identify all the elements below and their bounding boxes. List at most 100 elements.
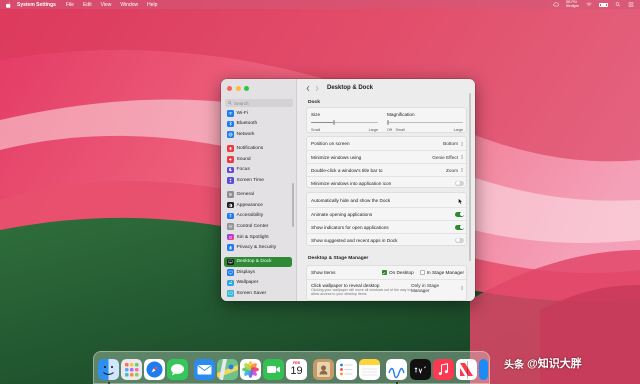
stepper-icon — [460, 155, 464, 159]
size-label: Size — [311, 112, 321, 117]
search-status-icon[interactable] — [615, 2, 621, 7]
in-stage-manager-checkbox[interactable] — [419, 270, 425, 275]
position-select[interactable]: Bottom — [443, 141, 464, 147]
system-settings-window: Search Wi-Fi Bluetooth Network Notificat… — [221, 79, 475, 301]
freeform-icon[interactable] — [386, 359, 407, 380]
accessibility-icon — [227, 212, 234, 220]
in-stage-manager-label: In Stage Manager — [426, 270, 464, 275]
magnification-label: Magnification — [387, 112, 415, 117]
sidebar-item-desktop-dock[interactable]: Desktop & Dock — [224, 256, 292, 268]
music-icon[interactable] — [433, 359, 454, 380]
double-click-select[interactable]: Zoom — [446, 167, 464, 173]
magnification-slider-knob[interactable] — [387, 120, 390, 126]
sidebar-item-screen-time[interactable]: Screen Time — [224, 175, 292, 186]
sidebar-search-input[interactable]: Search — [225, 99, 293, 107]
sidebar-item-privacy-security[interactable]: Privacy & Security — [224, 242, 292, 253]
sidebar-item-sound[interactable]: Sound — [224, 154, 292, 165]
facetime-icon[interactable] — [263, 359, 284, 380]
apple-menu-icon[interactable] — [6, 1, 11, 8]
click-wallpaper-select[interactable]: Only in Stage Manager — [411, 283, 464, 293]
sidebar-item-control-center[interactable]: Control Center — [224, 221, 292, 232]
sidebar-item-appearance[interactable]: Appearance — [224, 200, 292, 211]
contacts-icon[interactable] — [313, 359, 334, 380]
safari-icon[interactable] — [144, 359, 165, 380]
calendar-icon[interactable]: FEB 19 — [286, 359, 307, 380]
in-stage-manager-option[interactable]: In Stage Manager — [419, 270, 464, 275]
menu-view[interactable]: View — [101, 2, 112, 8]
sidebar-divider — [224, 253, 292, 257]
sidebar-item-label: General — [236, 192, 254, 198]
suggested-apps-toggle[interactable] — [455, 237, 464, 243]
show-indicators-toggle[interactable] — [455, 224, 464, 230]
sidebar-item-label: Bluetooth — [236, 121, 258, 127]
reminders-icon[interactable] — [336, 359, 357, 380]
menu-file[interactable]: File — [66, 2, 74, 8]
menu-help[interactable]: Help — [147, 2, 157, 8]
battery-icon[interactable] — [599, 2, 608, 7]
hand-icon — [227, 244, 234, 251]
menu-window[interactable]: Window — [120, 2, 138, 8]
size-slider[interactable]: Size Small Large — [311, 108, 378, 134]
weather-widget[interactable]: DB PSI Wenfgen — [566, 0, 579, 8]
click-wallpaper-text: Click wallpaper to reveal desktop Clicki… — [311, 283, 411, 296]
control-center-icon — [227, 223, 234, 230]
sidebar-item-general[interactable]: General — [224, 189, 292, 200]
watermark-brand: 头条 — [504, 359, 524, 371]
magnification-slider[interactable]: Magnification Off Small Large — [387, 108, 463, 134]
click-wallpaper-row: Click wallpaper to reveal desktop Clicki… — [307, 279, 468, 301]
sidebar-item-label: Sound — [236, 156, 251, 162]
size-slider-track[interactable] — [311, 120, 378, 126]
sidebar-scrollbar[interactable] — [292, 183, 294, 227]
wifi-status-icon[interactable] — [586, 2, 592, 7]
show-indicators-row: Show indicators for open applications — [307, 220, 468, 233]
sidebar-item-siri-spotlight[interactable]: Siri & Spotlight — [224, 232, 292, 243]
app-store-icon[interactable] — [479, 359, 488, 380]
minimize-into-icon-toggle[interactable] — [455, 180, 464, 186]
zoom-button[interactable] — [244, 86, 249, 91]
cloud-icon[interactable] — [553, 2, 559, 7]
sidebar-item-label: Wallpaper — [236, 280, 259, 286]
sidebar-item-wifi[interactable]: Wi-Fi — [224, 108, 292, 119]
mail-icon[interactable] — [194, 359, 215, 380]
dock-behavior-group: Automatically hide and show the Dock Ani… — [306, 192, 468, 246]
menu-app-name[interactable]: System Settings — [17, 2, 56, 8]
sidebar-item-notifications[interactable]: Notifications — [224, 143, 292, 154]
watermark-handle: @知识大胖 — [527, 358, 582, 370]
tv-icon[interactable] — [410, 359, 431, 380]
sidebar-item-wallpaper[interactable]: Wallpaper — [224, 278, 292, 289]
sidebar-item-accessibility[interactable]: Accessibility — [224, 211, 292, 222]
content-scrollbar[interactable] — [469, 93, 472, 261]
sidebar-item-displays[interactable]: Displays — [224, 267, 292, 278]
stepper-icon — [460, 141, 464, 146]
suggested-apps-row: Show suggested and recent apps in Dock — [307, 233, 468, 246]
magnification-slider-track[interactable] — [387, 120, 463, 126]
messages-icon[interactable] — [167, 359, 188, 380]
sidebar-item-focus[interactable]: Focus — [224, 165, 292, 176]
on-desktop-option[interactable]: On Desktop — [381, 270, 414, 275]
minimize-button[interactable] — [235, 86, 241, 91]
running-indicator — [107, 381, 110, 384]
control-center-status-icon[interactable] — [628, 2, 634, 7]
content-toolbar: Desktop & Dock — [298, 79, 475, 97]
finder-icon[interactable] — [98, 359, 119, 380]
size-slider-knob[interactable] — [332, 120, 335, 126]
close-button[interactable] — [227, 86, 232, 91]
sidebar-item-bluetooth[interactable]: Bluetooth — [224, 119, 292, 130]
sidebar-item-network[interactable]: Network — [224, 129, 292, 140]
menu-edit[interactable]: Edit — [83, 2, 92, 8]
maps-icon[interactable] — [217, 359, 238, 380]
forward-button[interactable] — [314, 85, 320, 92]
animate-opening-row: Animate opening applications — [307, 207, 468, 220]
search-placeholder: Search — [234, 100, 249, 106]
sidebar-item-label: Network — [236, 131, 255, 137]
launchpad-icon[interactable] — [121, 359, 142, 380]
speaker-icon — [227, 156, 234, 163]
back-button[interactable] — [305, 85, 311, 92]
sidebar: Search Wi-Fi Bluetooth Network Notificat… — [221, 79, 297, 301]
animate-opening-toggle[interactable] — [455, 211, 464, 217]
minimize-using-select[interactable]: Genie Effect — [432, 154, 464, 160]
notes-icon[interactable] — [359, 359, 380, 380]
on-desktop-checkbox[interactable] — [381, 270, 387, 275]
sidebar-item-screen-saver[interactable]: Screen Saver — [224, 288, 292, 299]
photos-icon[interactable] — [240, 359, 261, 380]
